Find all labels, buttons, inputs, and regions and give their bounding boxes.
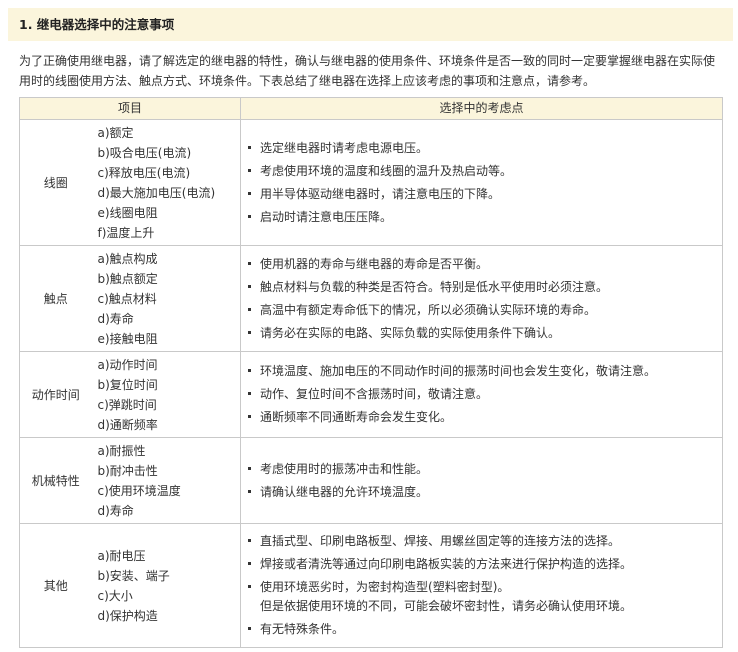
- table-row: 机械特性 a)耐振性 b)耐冲击性 c)使用环境温度 d)寿命 考虑使用时的振荡冲击和性能…: [19, 437, 724, 524]
- table-row: 触点 a)触点构成 b)触点额定 c)触点材料 d)寿命 e)接触电阻 使用机器的寿命与继电…: [19, 245, 724, 352]
- row-sub-items: a)动作时间 b)复位时间 c)弹跳时间 d)通断频率: [91, 351, 242, 438]
- header-item: 项目: [18, 97, 242, 120]
- consideration-text: 动作、复位时间不含振荡时间，敬请注意。: [260, 387, 489, 401]
- sub-item: a)额定: [97, 125, 134, 140]
- sub-item: a)触点构成: [97, 251, 158, 266]
- row-considerations: 环境温度、施加电压的不同动作时间的振荡时间也会发生变化，敬请注意。 动作、复位时间…: [240, 351, 724, 438]
- sub-item: b)复位时间: [97, 377, 158, 392]
- consideration-item: 使用机器的寿命与继电器的寿命是否平衡。: [247, 255, 718, 274]
- sub-item: c)触点材料: [97, 291, 157, 306]
- consideration-text: 用半导体驱动继电器时，请注意电压的下降。: [260, 186, 501, 201]
- sub-item: f)温度上升: [97, 225, 155, 240]
- consideration-item: 通断频率不同通断寿命会发生变化。: [247, 408, 718, 427]
- sub-item: a)耐振性: [97, 443, 146, 458]
- table-row: 线圈 a)额定 b)吸合电压(电流) c)释放电压(电流) d)最大施加电压(电流) e)…: [19, 119, 724, 246]
- consideration-text: 直插式型、印刷电路板型、焊接、用螺丝固定等的连接方法的选择。: [260, 534, 621, 548]
- sub-item: e)接触电阻: [97, 331, 158, 346]
- table-header-row: 项目 选择中的考虑点: [18, 97, 724, 120]
- sub-item: d)寿命: [97, 311, 134, 326]
- sub-item: b)安装、端子: [97, 568, 170, 583]
- consideration-item: 考虑使用环境的温度和线圈的温升及热启动等。: [247, 162, 718, 181]
- consideration-item: 选定继电器时请考虑电源电压。: [247, 139, 718, 158]
- consideration-text: 使用环境恶劣时，为密封构造型(塑料密封型)。: [260, 580, 510, 594]
- row-item-name: 触点: [19, 245, 92, 352]
- consideration-item: 请确认继电器的允许环境温度。: [247, 483, 718, 502]
- sub-item: a)动作时间: [97, 357, 158, 372]
- sub-item: b)触点额定: [97, 271, 158, 286]
- consideration-text: 通断频率不同通断寿命会发生变化。: [260, 410, 453, 424]
- consideration-text: 有无特殊条件。: [260, 622, 345, 636]
- consideration-item: 触点材料与负载的种类是否符合。特别是低水平使用时必须注意。: [247, 278, 718, 297]
- consideration-item: 焊接或者清洗等通过向印刷电路板实装的方法来进行保护构造的选择。: [247, 555, 718, 574]
- consideration-list: 环境温度、施加电压的不同动作时间的振荡时间也会发生变化，敬请注意。 动作、复位时间…: [247, 362, 718, 427]
- consideration-list: 使用机器的寿命与继电器的寿命是否平衡。触点材料与负载的种类是否符合。特别是低水平…: [247, 255, 718, 343]
- sub-item: c)使用环境温度: [97, 483, 181, 498]
- consideration-item: 启动时请注意电压压降。: [247, 208, 718, 227]
- consideration-text: 考虑使用时的振荡冲击和性能。: [260, 461, 429, 476]
- intro-paragraph: 为了正确使用继电器，请了解选定的继电器的特性，确认与继电器的使用条件、环境条件是…: [19, 54, 716, 88]
- consideration-item: 高温中有额定寿命低下的情况，所以必须确认实际环境的寿命。: [247, 301, 718, 320]
- consideration-text: 环境温度、施加电压的不同动作时间的振荡时间也会发生变化，敬请注意。: [260, 364, 657, 378]
- table-body: 线圈 a)额定 b)吸合电压(电流) c)释放电压(电流) d)最大施加电压(电流) e)…: [19, 119, 724, 648]
- section-title: 1. 继电器选择中的注意事项: [19, 17, 175, 32]
- sub-item: d)通断频率: [97, 417, 158, 432]
- sub-item: b)耐冲击性: [97, 463, 158, 478]
- row-item-name: 动作时间: [19, 351, 92, 438]
- consideration-text: 高温中有额定寿命低下的情况，所以必须确认实际环境的寿命。: [260, 302, 597, 317]
- consideration-list: 选定继电器时请考虑电源电压。考虑使用环境的温度和线圈的温升及热启动等。 用半导体驱…: [247, 139, 718, 227]
- row-considerations: 选定继电器时请考虑电源电压。考虑使用环境的温度和线圈的温升及热启动等。 用半导体驱…: [240, 119, 724, 246]
- row-considerations: 使用机器的寿命与继电器的寿命是否平衡。触点材料与负载的种类是否符合。特别是低水平…: [240, 245, 724, 352]
- consideration-text: 考虑使用环境的温度和线圈的温升及热启动等。: [260, 163, 513, 178]
- sub-item: b)吸合电压(电流): [97, 145, 192, 160]
- row-sub-items: a)额定 b)吸合电压(电流) c)释放电压(电流) d)最大施加电压(电流) e)线圈…: [91, 119, 242, 246]
- row-sub-items: a)耐振性 b)耐冲击性 c)使用环境温度 d)寿命: [91, 437, 242, 524]
- sub-item: a)耐电压: [97, 548, 146, 563]
- consideration-item: 动作、复位时间不含振荡时间，敬请注意。: [247, 385, 718, 404]
- row-sub-items: a)触点构成 b)触点额定 c)触点材料 d)寿命 e)接触电阻: [91, 245, 242, 352]
- sub-item: d)保护构造: [97, 608, 158, 623]
- relay-selection-table: 项目 选择中的考虑点 线圈 a)额定 b)吸合电压(电流) c)释放电压(电流) d)最…: [18, 97, 724, 648]
- table-row: 动作时间 a)动作时间 b)复位时间 c)弹跳时间 d)通断频率 环境温度、施加电压的不同…: [19, 351, 724, 438]
- consideration-item: 请务必在实际的电路、实际负载的实际使用条件下确认。: [247, 324, 718, 343]
- consideration-text: 焊接或者清洗等通过向印刷电路板实装的方法来进行保护构造的选择。: [260, 557, 633, 571]
- sub-item: c)大小: [97, 588, 133, 603]
- sub-item: d)寿命: [97, 503, 134, 518]
- consideration-continuation: 但是依据使用环境的不同，可能会破坏密封性，请务必确认使用环境。: [260, 599, 633, 613]
- consideration-text: 使用机器的寿命与继电器的寿命是否平衡。: [260, 256, 489, 271]
- row-sub-items: a)耐电压 b)安装、端子 c)大小 d)保护构造: [91, 523, 242, 648]
- sub-item: e)线圈电阻: [97, 205, 158, 220]
- consideration-item: 有无特殊条件。: [247, 620, 718, 639]
- table-row: 其他 a)耐电压 b)安装、端子 c)大小 d)保护构造 直插式型、印刷电路板型、焊接、用…: [19, 523, 724, 648]
- consideration-list: 直插式型、印刷电路板型、焊接、用螺丝固定等的连接方法的选择。 焊接或者清洗等通过向…: [247, 532, 718, 639]
- consideration-item: 直插式型、印刷电路板型、焊接、用螺丝固定等的连接方法的选择。: [247, 532, 718, 551]
- consideration-item: 使用环境恶劣时，为密封构造型(塑料密封型)。但是依据使用环境的不同，可能会破坏密…: [247, 578, 718, 616]
- row-considerations: 考虑使用时的振荡冲击和性能。 请确认继电器的允许环境温度。: [240, 437, 724, 524]
- row-item-name: 其他: [19, 523, 92, 648]
- row-item-name: 线圈: [19, 119, 92, 246]
- sub-item: c)弹跳时间: [97, 397, 157, 412]
- consideration-text: 请确认继电器的允许环境温度。: [260, 484, 429, 499]
- consideration-text: 启动时请注意电压压降。: [260, 209, 393, 224]
- consideration-item: 用半导体驱动继电器时，请注意电压的下降。: [247, 185, 718, 204]
- consideration-text: 选定继电器时请考虑电源电压。: [260, 140, 429, 155]
- section-header: 1. 继电器选择中的注意事项: [8, 8, 733, 41]
- row-item-name: 机械特性: [19, 437, 92, 524]
- row-considerations: 直插式型、印刷电路板型、焊接、用螺丝固定等的连接方法的选择。 焊接或者清洗等通过向…: [240, 523, 724, 648]
- sub-item: c)释放电压(电流): [97, 165, 191, 180]
- consideration-text: 触点材料与负载的种类是否符合。特别是低水平使用时必须注意。: [260, 279, 609, 294]
- consideration-item: 考虑使用时的振荡冲击和性能。: [247, 460, 718, 479]
- header-considerations: 选择中的考虑点: [240, 97, 724, 120]
- consideration-item: 环境温度、施加电压的不同动作时间的振荡时间也会发生变化，敬请注意。: [247, 362, 718, 381]
- sub-item: d)最大施加电压(电流): [97, 185, 216, 200]
- consideration-text: 请务必在实际的电路、实际负载的实际使用条件下确认。: [260, 325, 561, 340]
- consideration-list: 考虑使用时的振荡冲击和性能。 请确认继电器的允许环境温度。: [247, 460, 718, 502]
